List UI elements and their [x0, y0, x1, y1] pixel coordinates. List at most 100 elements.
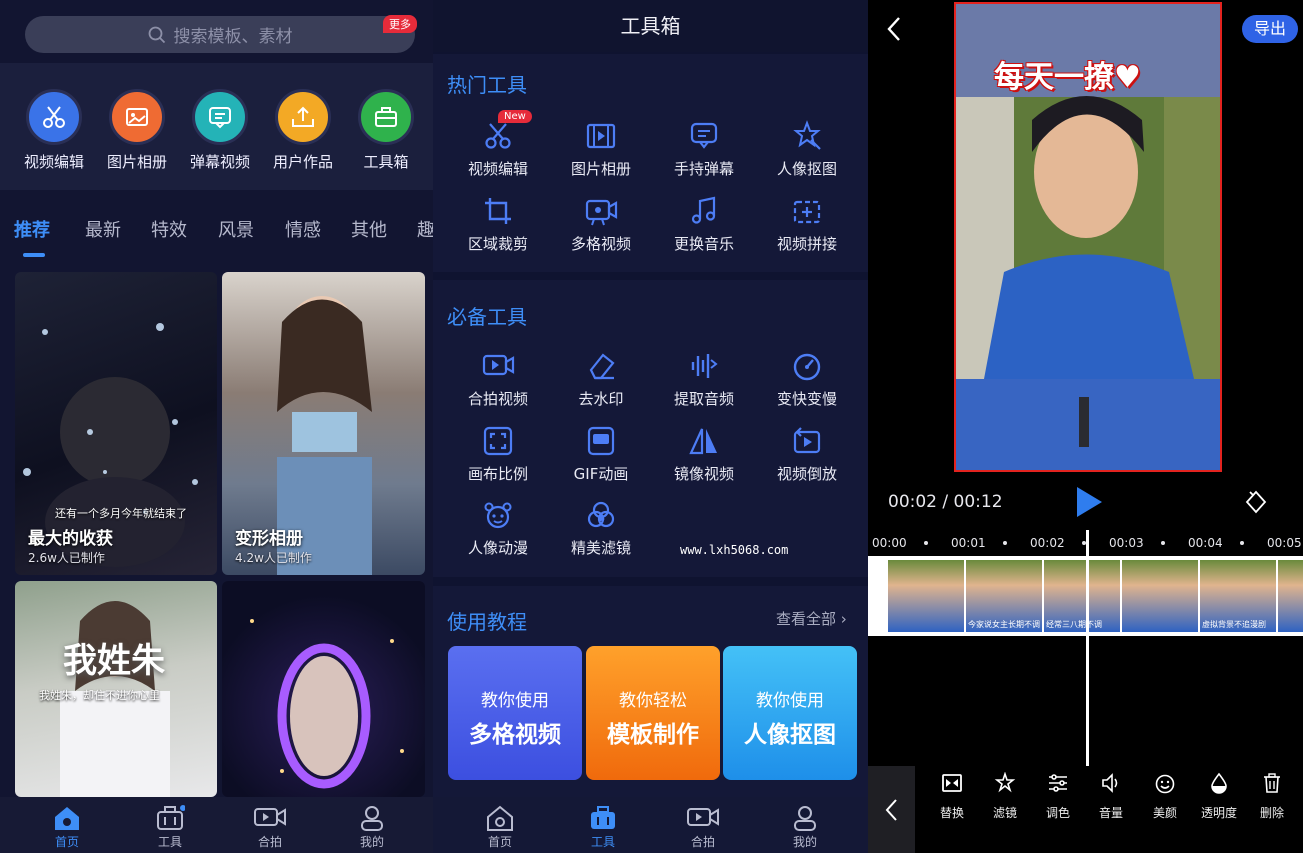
- see-all-label: 查看全部: [776, 610, 837, 628]
- tool-reverse-video[interactable]: 视频倒放: [757, 425, 857, 484]
- tutorial-card[interactable]: 教你轻松 模板制作: [586, 646, 720, 780]
- replace-button[interactable]: 替换: [926, 772, 978, 821]
- active-tab-indicator: [23, 253, 45, 257]
- video-preview[interactable]: 每天一撩♥: [954, 2, 1222, 472]
- toolbar-back-button[interactable]: [868, 766, 915, 853]
- tab-recommend[interactable]: 推荐: [14, 216, 50, 242]
- nav-me[interactable]: 我的: [775, 805, 835, 850]
- reverse-icon: [793, 427, 821, 454]
- timeline-thumbnail: [1122, 560, 1198, 632]
- nav-home[interactable]: 首页: [37, 805, 97, 850]
- tool-remove-watermark[interactable]: 去水印: [551, 350, 651, 409]
- home-icon: [487, 805, 513, 831]
- color-adjust-button[interactable]: 调色: [1032, 772, 1084, 821]
- export-button[interactable]: 导出: [1242, 15, 1298, 43]
- tab-other[interactable]: 其他: [351, 216, 387, 242]
- keyframe-icon[interactable]: [1244, 490, 1268, 514]
- template-card[interactable]: [222, 581, 425, 797]
- nav-label: 我的: [792, 835, 817, 849]
- tool-portrait-anime[interactable]: 人像动漫: [448, 499, 548, 558]
- hot-tool-video-merge[interactable]: 视频拼接: [757, 195, 857, 254]
- tool-gif[interactable]: GIF动画: [551, 425, 651, 484]
- nav-tools[interactable]: 工具: [573, 805, 633, 850]
- chevron-left-icon: [885, 798, 897, 821]
- card-big-text: 我姓朱: [63, 641, 165, 681]
- ruler-label: 00:00: [872, 536, 907, 550]
- tool-label: 变快变慢: [776, 390, 837, 408]
- see-all-link[interactable]: 查看全部 ›: [776, 608, 847, 629]
- tool-label: 多格视频: [570, 235, 631, 253]
- hot-tool-photo-album[interactable]: 图片相册: [551, 120, 651, 179]
- template-card[interactable]: 还有一个多月今年就结束了 最大的收获 2.6w人已制作: [15, 272, 217, 575]
- watermark-text: www.lxh5068.com: [680, 543, 789, 557]
- nav-label: 首页: [487, 835, 512, 849]
- hot-tool-multi-grid[interactable]: 多格视频: [551, 195, 651, 254]
- tool-user-works[interactable]: 用户作品: [273, 89, 333, 172]
- bottom-nav: 首页 工具 合拍 我的: [433, 797, 868, 853]
- tool-duet-video[interactable]: 合拍视频: [448, 350, 548, 409]
- tab-latest[interactable]: 最新: [85, 216, 121, 242]
- tool-toolbox[interactable]: 工具箱: [356, 89, 416, 172]
- sliders-icon: [1049, 774, 1067, 792]
- nav-tools[interactable]: 工具: [140, 805, 200, 850]
- tool-label: 去水印: [578, 390, 624, 408]
- volume-button[interactable]: 音量: [1085, 772, 1137, 821]
- hot-tool-video-edit[interactable]: 视频编辑: [448, 120, 548, 179]
- tutorial-card[interactable]: 教你使用 多格视频: [448, 646, 582, 780]
- speaker-icon: [1102, 773, 1118, 793]
- tool-label: GIF动画: [573, 465, 629, 483]
- tool-label: 更换音乐: [673, 235, 734, 253]
- tool-canvas-ratio[interactable]: 画布比例: [448, 425, 548, 484]
- new-badge: New: [498, 110, 532, 123]
- tool-speed[interactable]: 变快变慢: [757, 350, 857, 409]
- tool-label: 视频倒放: [776, 465, 837, 483]
- tool-video-edit[interactable]: 视频编辑: [24, 89, 84, 172]
- hot-tool-crop[interactable]: 区域裁剪: [448, 195, 548, 254]
- video-caption: 每天一撩♥: [994, 60, 1141, 95]
- tab-emotion[interactable]: 情感: [285, 216, 321, 242]
- nav-duet[interactable]: 合拍: [673, 805, 733, 850]
- tool-filters[interactable]: 精美滤镜: [551, 499, 651, 558]
- tool-danmaku[interactable]: 弹幕视频: [190, 89, 250, 172]
- tab-effects[interactable]: 特效: [151, 216, 187, 242]
- nav-duet[interactable]: 合拍: [240, 805, 300, 850]
- tool-label: 画布比例: [467, 465, 528, 483]
- section-title: 必备工具: [447, 305, 527, 329]
- hot-tool-change-music[interactable]: 更换音乐: [654, 195, 754, 254]
- ruler-dot: [1003, 541, 1007, 545]
- hot-tool-handheld-danmaku[interactable]: 手持弹幕: [654, 120, 754, 179]
- tutorial-card[interactable]: 教你使用 人像抠图: [723, 646, 857, 780]
- tool-mirror-video[interactable]: 镜像视频: [654, 425, 754, 484]
- more-badge[interactable]: 更多: [383, 15, 417, 33]
- nav-home[interactable]: 首页: [470, 805, 530, 850]
- timeline-thumbnail: 经常三八期不调: [1044, 560, 1120, 632]
- nav-me[interactable]: 我的: [342, 805, 402, 850]
- photo-icon: [126, 108, 148, 126]
- template-card[interactable]: 变形相册 4.2w人已制作: [222, 272, 425, 575]
- tab-scenery[interactable]: 风景: [218, 216, 254, 242]
- playhead[interactable]: [1086, 530, 1089, 766]
- crop-icon: [485, 198, 511, 224]
- section-title: 热门工具: [447, 73, 527, 97]
- filter-icon: [587, 501, 615, 528]
- hot-tool-portrait-cutout[interactable]: 人像抠图: [757, 120, 857, 179]
- opacity-button[interactable]: 透明度: [1193, 772, 1245, 821]
- delete-button[interactable]: 删除: [1246, 772, 1298, 821]
- beauty-button[interactable]: 美颜: [1139, 772, 1191, 821]
- ruler-label: 00:05: [1267, 536, 1302, 550]
- tool-label: 精美滤镜: [570, 539, 631, 557]
- tool-photo-album[interactable]: 图片相册: [107, 89, 167, 172]
- template-card[interactable]: 我姓朱 我姓朱，却住不进你心里: [15, 581, 217, 797]
- timeline-thumbnail: 今家说女主长期不调: [966, 560, 1042, 632]
- tool-extract-audio[interactable]: 提取音频: [654, 350, 754, 409]
- bottom-nav: 首页 工具 合拍 我的: [0, 797, 433, 853]
- filter-button[interactable]: 滤镜: [979, 772, 1031, 821]
- thumbnail-caption: 今家说女主长期不调: [968, 620, 1040, 629]
- comment-icon: [690, 122, 718, 149]
- play-icon[interactable]: [1074, 485, 1104, 519]
- tool-label: 提取音频: [673, 390, 734, 408]
- tool-label: 人像动漫: [467, 539, 528, 557]
- search-bar[interactable]: 搜索模板、素材: [25, 16, 415, 53]
- back-arrow-icon[interactable]: [884, 14, 904, 44]
- tab-fun[interactable]: 趣: [417, 216, 433, 242]
